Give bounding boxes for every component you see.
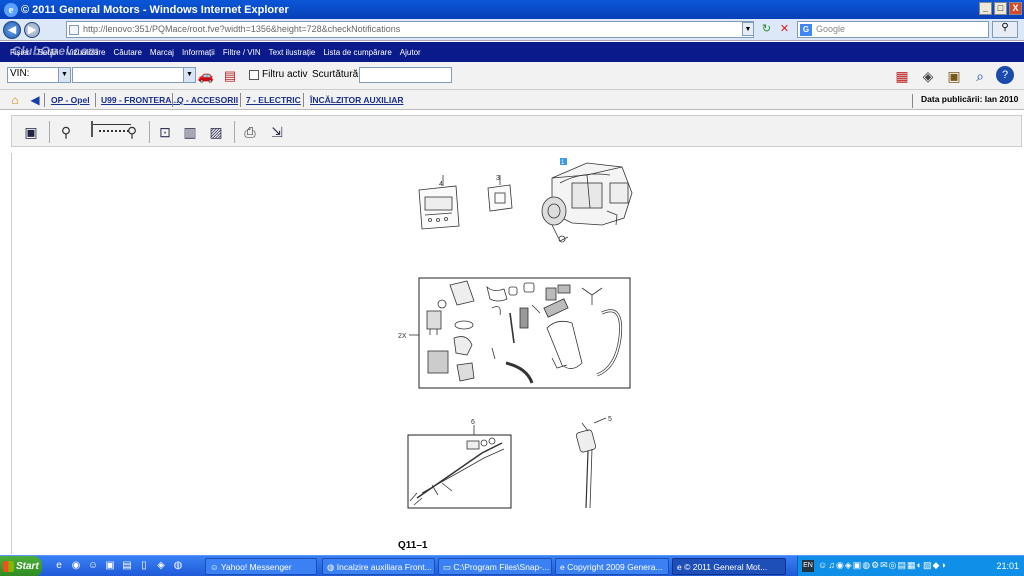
- back-button[interactable]: ◀: [3, 20, 21, 39]
- fit-page-icon[interactable]: ⊡: [155, 122, 175, 142]
- window-titlebar: e © 2011 General Motors - Windows Intern…: [0, 0, 1024, 19]
- clock[interactable]: 21:01: [996, 561, 1019, 571]
- doc-quicklaunch-icon[interactable]: ▯: [137, 559, 151, 573]
- menu-info[interactable]: Informații: [182, 48, 215, 57]
- illustration-area: 4 3 1 2X 6 5: [11, 153, 1022, 554]
- callout-timer: 4: [439, 181, 443, 188]
- stop-icon[interactable]: ✕: [777, 22, 792, 37]
- vin-toolbar: VIN: ▼ ▼ 🚗 ▤ Filtru activ Scurtătură: ▦ …: [0, 62, 1024, 90]
- tool-quicklaunch-icon[interactable]: ◈: [154, 559, 168, 573]
- zoom-in-icon[interactable]: ⚲: [122, 122, 142, 142]
- browser-quicklaunch-icon[interactable]: ◉: [69, 559, 83, 573]
- search-placeholder: Google: [816, 24, 846, 34]
- fit-width-icon[interactable]: ▥: [180, 122, 200, 142]
- menu-bar: Fișier Setări Vizualizare Căutare Marcaj…: [0, 42, 1024, 62]
- taskbar-item[interactable]: e Copyright 2009 Genera...: [555, 558, 669, 575]
- layers-icon[interactable]: ◈: [918, 66, 938, 86]
- app-quicklaunch-icon[interactable]: ▣: [103, 559, 117, 573]
- print-icon[interactable]: ⎙: [240, 122, 260, 142]
- search-button[interactable]: ⚲: [992, 21, 1018, 38]
- vehicle-document-icon[interactable]: ▤: [221, 67, 239, 85]
- taskbar-item[interactable]: ☺ Yahoo! Messenger: [205, 558, 317, 575]
- back-arrow-icon[interactable]: ◀: [28, 92, 42, 108]
- url-dropdown-button[interactable]: ▼: [742, 22, 754, 36]
- taskbar-item[interactable]: ◍ Incalzire auxiliara Front...: [322, 558, 435, 575]
- watermark: ClubOpel.com: [12, 44, 100, 58]
- ie-quicklaunch-icon[interactable]: e: [52, 559, 66, 573]
- save-icon[interactable]: ▣: [21, 122, 41, 142]
- search-input[interactable]: G Google: [797, 21, 989, 38]
- taskbar-item-active[interactable]: e © 2011 General Mot...: [672, 558, 786, 575]
- url-text: http://lenovo:351/PQMace/root.fve?width=…: [83, 24, 401, 34]
- taskbar: Start e ◉ ☺ ▣ ▤ ▯ ◈ ◍ ☺ Yahoo! Messenger…: [0, 555, 1024, 576]
- heater-part: [541, 162, 633, 243]
- breadcrumb-item[interactable]: OP - Opel: [51, 95, 90, 105]
- language-indicator[interactable]: EN: [802, 560, 814, 572]
- minimize-button[interactable]: _: [979, 2, 992, 15]
- graphic-toolbar: ▣ ⚲ ⚲ ⊡ ▥ ▨ ⎙ ⇲: [11, 115, 1022, 147]
- windows-logo-icon: [3, 561, 14, 572]
- google-logo-icon: G: [800, 24, 812, 36]
- start-label: Start: [16, 561, 39, 572]
- messenger-quicklaunch-icon[interactable]: ☺: [86, 559, 100, 573]
- document-list-icon[interactable]: ▦: [892, 66, 912, 86]
- breadcrumb-item[interactable]: Q - ACCESORII: [177, 95, 238, 105]
- chevron-down-icon[interactable]: ▼: [183, 68, 195, 82]
- shortcut-label: Scurtătură:: [312, 69, 361, 80]
- taskbar-item[interactable]: ▭ C:\Program Files\Snap-...: [438, 558, 552, 575]
- menu-help[interactable]: Ajutor: [400, 48, 421, 57]
- system-tray: EN ☺♫◉◈▣◍⚙✉◎▤▦◐▧◆◑ 21:01: [797, 556, 1024, 576]
- notes-icon[interactable]: ▣: [944, 66, 964, 86]
- zoom-out-icon[interactable]: ⚲: [56, 122, 76, 142]
- pointer-icon[interactable]: ⇲: [267, 122, 287, 142]
- publication-date: Data publicării: Ian 2010: [912, 94, 1018, 108]
- parts-diagram[interactable]: 4 3 1 2X 6 5: [12, 153, 1023, 554]
- tray-icons[interactable]: ☺♫◉◈▣◍⚙✉◎▤▦◐▧◆◑: [818, 560, 988, 572]
- harness-part: [409, 425, 505, 506]
- refresh-icon[interactable]: ↻: [759, 22, 774, 37]
- vin-select-value: VIN:: [10, 68, 30, 79]
- search-doc-icon[interactable]: ⌕: [970, 66, 990, 86]
- window-title: © 2011 General Motors - Windows Internet…: [21, 3, 289, 16]
- url-input[interactable]: http://lenovo:351/PQMace/root.fve?width=…: [66, 21, 754, 38]
- filter-active-label: Filtru activ: [262, 69, 308, 80]
- close-button[interactable]: X: [1009, 2, 1022, 15]
- callout-switch: 3: [496, 175, 500, 182]
- address-toolbar: ◀ ▶ http://lenovo:351/PQMace/root.fve?wi…: [0, 19, 1024, 41]
- filter-active-checkbox[interactable]: [249, 70, 259, 80]
- kit-parts: [426, 280, 623, 384]
- firefox-quicklaunch-icon[interactable]: ◍: [171, 559, 185, 573]
- menu-search[interactable]: Căutare: [113, 48, 141, 57]
- menu-filters[interactable]: Filtre / VIN: [223, 48, 261, 57]
- save-quicklaunch-icon[interactable]: ▤: [120, 559, 134, 573]
- breadcrumb: ⌂ ◀ OP - Opel U99 - FRONTERA... Q - ACCE…: [0, 90, 1024, 110]
- callout-harness: 6: [471, 419, 475, 426]
- menu-shopping-list[interactable]: Lista de cumpărare: [323, 48, 391, 57]
- home-icon[interactable]: ⌂: [8, 92, 22, 108]
- page-icon: [69, 25, 79, 35]
- maximize-button[interactable]: □: [994, 2, 1007, 15]
- start-button[interactable]: Start: [0, 556, 42, 576]
- callout-kit: 2X: [398, 333, 407, 340]
- menu-bookmark[interactable]: Marcaj: [150, 48, 174, 57]
- ie-logo-icon: e: [4, 2, 18, 17]
- forward-button[interactable]: ▶: [24, 21, 40, 38]
- breadcrumb-item-current[interactable]: ÎNCĂLZITOR AUXILIAR: [310, 95, 404, 105]
- sensor-part: [575, 417, 607, 509]
- shortcut-input[interactable]: [359, 67, 452, 83]
- switch-part: [487, 175, 513, 212]
- vehicle-icon[interactable]: 🚗: [197, 67, 215, 85]
- breadcrumb-item[interactable]: 7 - ELECTRIC: [246, 95, 301, 105]
- callout-sensor: 5: [608, 416, 612, 423]
- diagram-label: Q11–1: [398, 540, 428, 551]
- chevron-down-icon: ▼: [58, 68, 70, 82]
- menu-illustration-text[interactable]: Text ilustrație: [269, 48, 316, 57]
- zoom-area-icon[interactable]: ▨: [206, 122, 226, 142]
- vin-type-select[interactable]: VIN: ▼: [7, 67, 71, 83]
- breadcrumb-item[interactable]: U99 - FRONTERA...: [101, 95, 178, 105]
- help-icon[interactable]: ?: [996, 66, 1014, 84]
- vin-input[interactable]: ▼: [72, 67, 196, 83]
